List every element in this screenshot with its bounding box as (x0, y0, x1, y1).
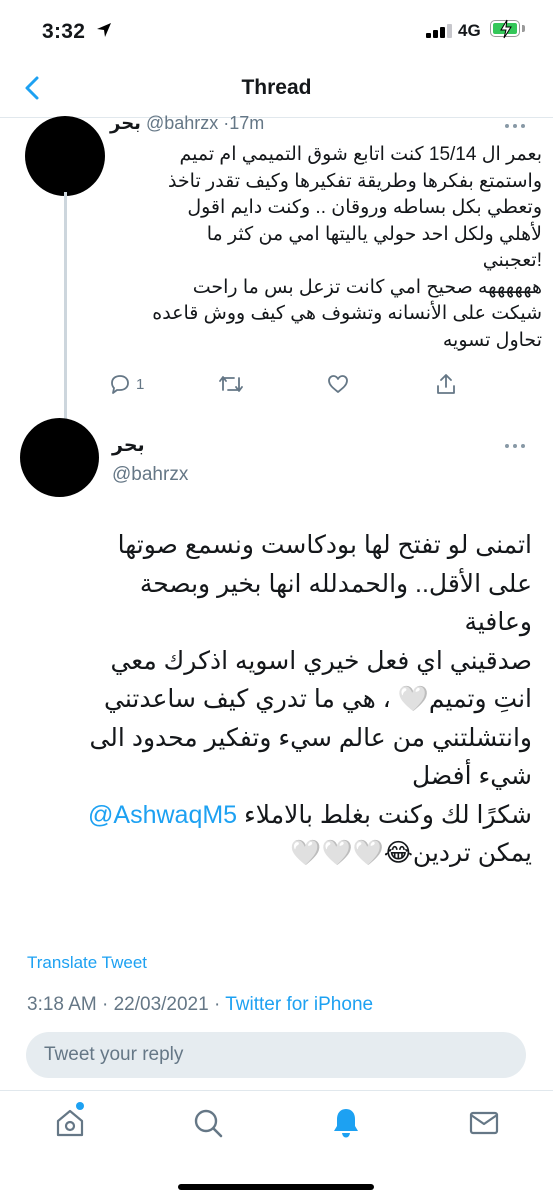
main-text-line: شيء أفضل (412, 762, 532, 790)
home-indicator[interactable] (178, 1184, 374, 1190)
tweet-timestamp: 3:18 AM · 22/03/2021 · Twitter for iPhon… (27, 994, 373, 1016)
main-avatar[interactable] (20, 418, 99, 497)
like-button[interactable] (326, 372, 350, 396)
reply-button[interactable]: 1 (108, 372, 144, 396)
location-arrow-icon (97, 23, 111, 37)
main-text-line-mention: شكرًا لك وكنت بغلط بالاملاء @AshwaqM5 (22, 796, 532, 835)
main-text-line: على الأقل.. والحمدلله انها بخير وبصحة (139, 569, 532, 598)
nav-bar: Thread (0, 58, 553, 118)
home-badge-dot (76, 1102, 84, 1110)
main-tweet-text: اتمنى لو تفتح لها بودكاست ونسمع صوتها عل… (22, 526, 532, 873)
parent-handle[interactable]: @bahrzx (146, 113, 218, 133)
main-text-line-last: يمكن تردين😂🤍🤍🤍 (22, 834, 532, 873)
retweet-button[interactable] (218, 372, 244, 396)
main-text-line: صدقيني اي فعل خيري اسويه اذكرك معي (110, 646, 532, 675)
reply-count: 1 (136, 375, 145, 393)
emoji-run: 😂🤍🤍🤍 (290, 839, 413, 867)
parent-more-icon[interactable] (504, 120, 526, 132)
timestamp-text: 3:18 AM · 22/03/2021 · (27, 994, 226, 1015)
charging-bolt-icon (500, 19, 512, 39)
parent-text-line: ههههههه صحيح امي كانت تزعل بس ما راحت (192, 276, 542, 298)
battery-cap (522, 25, 525, 32)
parent-text-line: واستمتع بفكرها وطريقة تفكيرها وكيف تقدر … (167, 170, 542, 192)
network-type: 4G (458, 21, 481, 40)
heart-icon (328, 375, 348, 393)
reply-input[interactable] (26, 1032, 526, 1078)
main-author-name[interactable]: بحر (112, 434, 145, 457)
tweet-source-link[interactable]: Twitter for iPhone (225, 994, 373, 1015)
parent-tweet-header: بحر @bahrzx ·17m (110, 113, 264, 134)
search-icon[interactable] (190, 1105, 226, 1141)
translate-tweet-link[interactable]: Translate Tweet (27, 953, 147, 973)
main-handle[interactable]: @bahrzx (112, 464, 188, 486)
last-line-text: يمكن تردين (412, 839, 532, 867)
home-icon[interactable] (52, 1105, 88, 1141)
parent-text-line: تحاول تسويه (442, 329, 542, 351)
mention-line-text: شكرًا لك وكنت بغلط بالاملاء (244, 800, 532, 829)
thread-connector (64, 192, 67, 426)
share-icon (437, 374, 455, 394)
share-button[interactable] (434, 372, 458, 396)
main-text-line: اتمنى لو تفتح لها بودكاست ونسمع صوتها (117, 531, 532, 559)
parent-time-ago: 17m (229, 113, 265, 133)
parent-text-line: لأهلي ولكل احد حولي ياليتها امي من كثر م… (206, 223, 542, 245)
signal-strength-icon (426, 24, 452, 38)
main-text-line: وعافية (464, 608, 532, 636)
retweet-icon (219, 376, 243, 392)
main-text-line: وانتشلتني من عالم سيء وتفكير محدود الى (89, 723, 532, 752)
parent-text-line: شيكت على الأنسانه وتشوف هي كيف ووش قاعده (152, 303, 542, 324)
main-more-icon[interactable] (504, 440, 526, 452)
parent-tweet-text: بعمر ال 15/14 كنت اتابع شوق التميمي ام ت… (90, 142, 542, 354)
page-title: Thread (241, 76, 312, 99)
parent-text-line: وتعطي بكل بساطه وروقان .. وكنت دايم اقول (187, 197, 542, 218)
status-time: 3:32 (42, 20, 86, 43)
status-bar: 3:32 4G (0, 0, 553, 58)
parent-text-line: !تعجبني (482, 250, 542, 271)
parent-text-line: بعمر ال 15/14 كنت اتابع شوق التميمي ام ت… (179, 144, 543, 165)
main-text-line: انتِ وتميم🤍 ، هي ما تدري كيف ساعدتني (104, 685, 532, 713)
bell-icon[interactable] (328, 1105, 364, 1141)
mail-icon[interactable] (466, 1105, 502, 1141)
reply-icon (111, 375, 129, 394)
parent-author-name[interactable]: بحر (110, 113, 141, 133)
mention-link[interactable]: @AshwaqM5 (88, 801, 237, 829)
